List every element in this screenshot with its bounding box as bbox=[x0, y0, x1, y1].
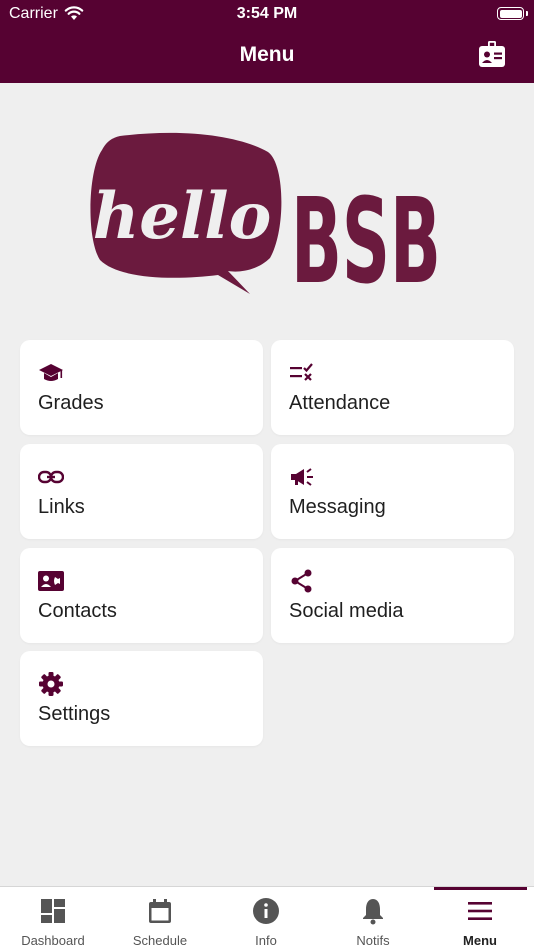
contact-card-icon bbox=[38, 568, 64, 594]
battery-icon bbox=[497, 7, 524, 20]
checklist-icon bbox=[289, 360, 315, 386]
active-tab-indicator bbox=[434, 887, 527, 890]
grades-tile[interactable]: Grades bbox=[20, 340, 263, 435]
tab-label: Notifs bbox=[356, 933, 390, 948]
tab-schedule[interactable]: Schedule bbox=[107, 887, 213, 951]
logo-bsb-text: BSB bbox=[291, 172, 441, 300]
tile-label: Attendance bbox=[289, 392, 391, 414]
tile-label: Links bbox=[38, 496, 85, 518]
gear-icon bbox=[38, 671, 64, 697]
tab-label: Menu bbox=[463, 933, 497, 948]
status-bar: Carrier 3:54 PM bbox=[0, 0, 534, 30]
hello-bsb-logo: hello BSB bbox=[90, 130, 446, 310]
tab-dashboard[interactable]: Dashboard bbox=[0, 887, 106, 951]
link-icon bbox=[37, 464, 65, 490]
megaphone-icon bbox=[289, 464, 315, 490]
graduation-cap-icon bbox=[38, 360, 64, 386]
page-title: Menu bbox=[239, 43, 295, 66]
tile-label: Settings bbox=[38, 703, 111, 725]
tab-label: Schedule bbox=[132, 933, 188, 948]
contacts-tile[interactable]: Contacts bbox=[20, 548, 263, 643]
tab-info[interactable]: Info bbox=[213, 887, 319, 951]
share-icon bbox=[289, 568, 315, 594]
tile-label: Messaging bbox=[289, 496, 386, 518]
nav-bar: Menu bbox=[0, 30, 534, 83]
hamburger-menu-icon bbox=[466, 897, 494, 925]
settings-tile[interactable]: Settings bbox=[20, 651, 263, 746]
attendance-tile[interactable]: Attendance bbox=[271, 340, 514, 435]
logo-hello-text: hello bbox=[93, 179, 272, 254]
tab-label: Info bbox=[255, 933, 277, 948]
battery-cap bbox=[526, 11, 528, 16]
links-tile[interactable]: Links bbox=[20, 444, 263, 539]
calendar-icon bbox=[146, 897, 174, 925]
dashboard-icon bbox=[39, 897, 67, 925]
tab-label: Dashboard bbox=[21, 933, 85, 948]
messaging-tile[interactable]: Messaging bbox=[271, 444, 514, 539]
tab-menu[interactable]: Menu bbox=[427, 887, 533, 951]
tile-label: Contacts bbox=[38, 600, 117, 622]
tab-bar: Dashboard Schedule Info Notifs Menu bbox=[0, 886, 534, 951]
tile-label: Social media bbox=[289, 600, 404, 622]
tile-label: Grades bbox=[38, 392, 104, 414]
id-badge-icon[interactable] bbox=[478, 41, 506, 69]
status-time: 3:54 PM bbox=[236, 5, 298, 22]
info-icon bbox=[252, 897, 280, 925]
tab-notifs[interactable]: Notifs bbox=[320, 887, 426, 951]
bell-icon bbox=[359, 897, 387, 925]
social-media-tile[interactable]: Social media bbox=[271, 548, 514, 643]
